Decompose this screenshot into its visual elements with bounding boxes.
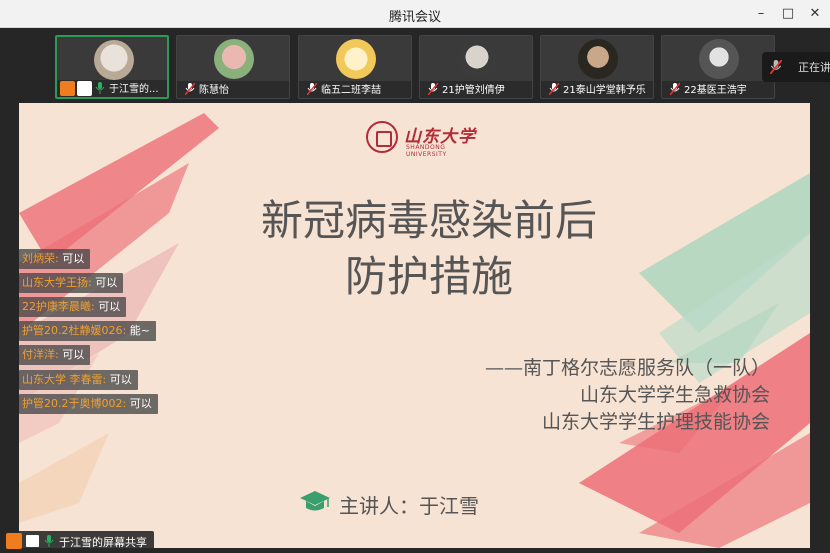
participant-tile[interactable]: 21泰山学堂韩予乐 <box>540 35 654 99</box>
mic-muted-icon <box>670 83 680 95</box>
participant-name: 陈慧怡 <box>199 85 229 96</box>
participant-tile[interactable]: 22基医王浩宇 <box>661 35 775 99</box>
chat-message: 可以 <box>95 276 118 289</box>
chat-message: 可以 <box>62 348 85 361</box>
participant-tile[interactable]: 21护管刘倩伊 <box>419 35 533 99</box>
mic-on-icon <box>44 535 54 547</box>
participant-tile[interactable]: 陈慧怡 <box>176 35 290 99</box>
screen-share-tag[interactable]: 于江雪的屏幕共享 <box>4 531 154 551</box>
chat-bubble: 护管20.2杜静媛026: 能~ <box>19 321 156 341</box>
right-gutter <box>810 103 830 553</box>
minimize-button[interactable]: – <box>750 3 772 25</box>
avatar <box>336 39 376 79</box>
chat-sender: 山东大学王扬: <box>22 276 92 289</box>
slide-title-line: 防护措施 <box>344 252 513 301</box>
slide-speaker: 主讲人：于江雪 <box>339 494 479 518</box>
chat-bubble: 刘炳荣: 可以 <box>19 249 91 269</box>
chat-sender: 刘炳荣: <box>22 252 59 265</box>
chat-bubble: 山东大学 李春雷: 可以 <box>19 370 138 390</box>
avatar <box>578 39 618 79</box>
seal-icon <box>366 121 398 153</box>
host-icon <box>6 533 22 549</box>
university-logo: 山东大学 SHANDONG UNIVERSITY <box>366 121 476 158</box>
chat-message: 可以 <box>129 397 152 410</box>
slide-title: 新冠病毒感染前后 防护措施 <box>199 193 659 305</box>
participant-name: 于江雪的... <box>109 84 159 95</box>
avatar <box>699 39 739 79</box>
slide-title-line: 新冠病毒感染前后 <box>260 196 597 245</box>
participant-tile[interactable]: 临五二班李喆 <box>298 35 412 99</box>
speaking-label: 正在讲 <box>798 61 830 74</box>
chat-sender: 22护康李晨曦: <box>22 300 95 313</box>
chat-sender: 山东大学 李春雷: <box>22 373 107 386</box>
chat-message: 可以 <box>109 373 132 386</box>
participant-name: 21泰山学堂韩予乐 <box>563 85 646 96</box>
chat-message: 可以 <box>98 300 121 313</box>
chat-sender: 付洋洋: <box>22 348 59 361</box>
mic-muted-icon <box>307 83 317 95</box>
participant-tile[interactable]: 于江雪的... <box>55 35 169 99</box>
slide-org-line: 山东大学学生护理技能协会 <box>541 411 770 433</box>
speaking-indicator[interactable]: 正在讲 <box>762 52 830 82</box>
graduation-cap-icon <box>300 491 330 511</box>
participant-name: 21护管刘倩伊 <box>442 85 505 96</box>
mic-muted-icon <box>770 60 782 74</box>
chat-message: 能~ <box>129 324 150 337</box>
screen-share-icon <box>26 535 39 547</box>
avatar <box>457 39 497 79</box>
slide-org-line: ——南丁格尔志愿服务队（一队） <box>484 357 770 379</box>
maximize-button[interactable]: □ <box>777 3 799 25</box>
logo-subtext: SHANDONG UNIVERSITY <box>406 144 447 158</box>
avatar <box>94 40 134 80</box>
chat-sender: 护管20.2杜静媛026: <box>22 324 127 337</box>
host-icon <box>60 81 75 96</box>
title-bar: 腾讯会议 – □ ✕ <box>0 0 830 28</box>
mic-on-icon <box>95 82 105 94</box>
chat-bubble: 护管20.2于奥博002: 可以 <box>19 394 158 414</box>
chat-bubble: 付洋洋: 可以 <box>19 345 91 365</box>
chat-bubble: 22护康李晨曦: 可以 <box>19 297 127 317</box>
chat-sender: 护管20.2于奥博002: <box>22 397 127 410</box>
avatar <box>214 39 254 79</box>
close-button[interactable]: ✕ <box>804 3 826 25</box>
left-gutter <box>0 103 19 553</box>
slide-org-line: 山东大学学生急救协会 <box>579 384 770 406</box>
mic-muted-icon <box>549 83 559 95</box>
screen-share-label: 于江雪的屏幕共享 <box>59 536 147 549</box>
mic-muted-icon <box>185 83 195 95</box>
window-title: 腾讯会议 <box>388 10 441 25</box>
participant-strip: 于江雪的... 陈慧怡 临五二班李喆 21护管刘倩伊 21泰山学堂韩予乐 22基… <box>0 28 830 103</box>
participant-name: 临五二班李喆 <box>321 85 381 96</box>
chat-message: 可以 <box>62 252 85 265</box>
chat-bubble: 山东大学王扬: 可以 <box>19 273 124 293</box>
participant-name: 22基医王浩宇 <box>684 85 747 96</box>
mic-muted-icon <box>428 83 438 95</box>
screen-share-icon <box>77 81 92 96</box>
